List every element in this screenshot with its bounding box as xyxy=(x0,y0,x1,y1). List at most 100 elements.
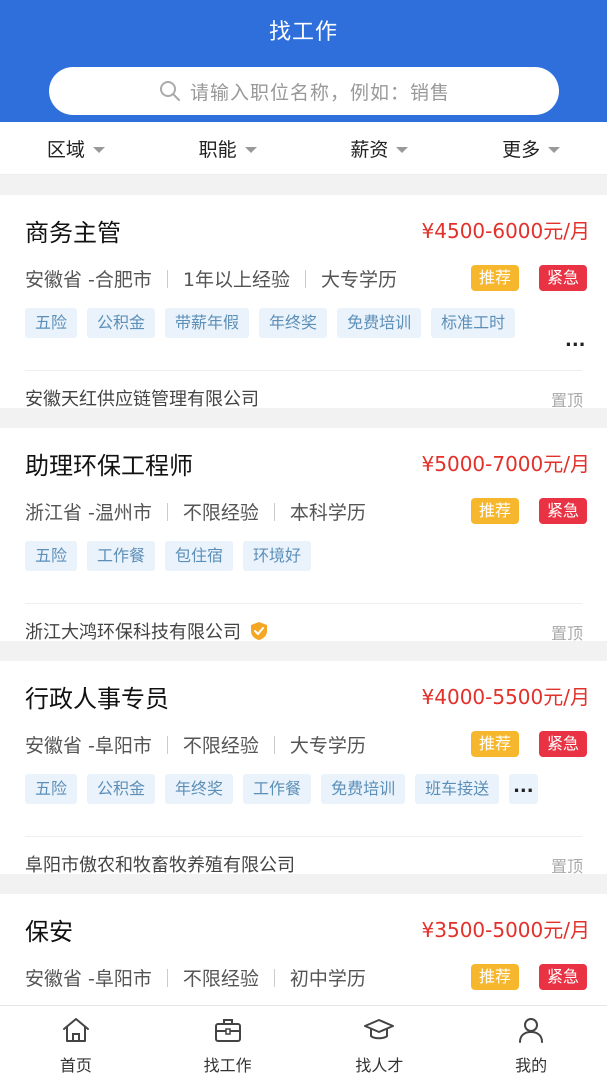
job-salary: ¥4000-5500元/月 xyxy=(421,685,590,709)
company-name[interactable]: 阜阳市傲农和牧畜牧养殖有限公司 xyxy=(25,851,295,877)
job-title: 行政人事专员 xyxy=(25,685,169,713)
recommend-badge: 推荐 xyxy=(471,498,520,524)
job-salary: ¥4500-6000元/月 xyxy=(421,219,590,243)
benefit-tags: 五险 公积金 年终奖 工作餐 免费培训 班车接送 ... xyxy=(25,774,538,804)
card-divider xyxy=(25,603,582,604)
job-location: 浙江省 -温州市 xyxy=(25,502,152,524)
urgent-badge: 紧急 xyxy=(539,964,588,990)
job-title: 商务主管 xyxy=(25,219,121,247)
pinned-label: 置顶 xyxy=(550,624,583,643)
divider xyxy=(166,269,168,288)
benefit-tag: 公积金 xyxy=(87,774,156,804)
graduation-cap-icon xyxy=(364,1019,395,1040)
urgent-badge: 紧急 xyxy=(539,265,588,291)
job-location: 安徽省 -合肥市 xyxy=(25,269,152,291)
benefit-tag: 标准工时 xyxy=(431,308,516,338)
recommend-badge: 推荐 xyxy=(471,265,520,291)
urgent-badge: 紧急 xyxy=(539,498,588,524)
tags-more-button[interactable]: ... xyxy=(565,328,586,358)
job-card[interactable]: 行政人事专员 ¥4000-5500元/月 安徽省 -阜阳市 不限经验 大专学历 … xyxy=(0,661,607,877)
filter-bar: 区域 职能 薪资 更多 xyxy=(0,122,607,175)
tab-label: 找工作 xyxy=(203,1056,252,1075)
job-education: 本科学历 xyxy=(289,502,366,524)
filter-label: 更多 xyxy=(502,138,541,161)
briefcase-icon xyxy=(214,1019,241,1042)
benefit-tag: 年终奖 xyxy=(259,308,328,338)
company-label: 阜阳市傲农和牧畜牧养殖有限公司 xyxy=(25,855,295,876)
company-name[interactable]: 浙江大鸿环保科技有限公司 xyxy=(25,618,269,644)
recommend-badge: 推荐 xyxy=(471,731,520,757)
benefit-tag: 五险 xyxy=(25,308,78,338)
benefit-tag: 带薪年假 xyxy=(165,308,250,338)
divider xyxy=(273,502,275,521)
search-input[interactable]: 请输入职位名称，例如：销售 xyxy=(49,67,559,115)
tags-more-button[interactable]: ... xyxy=(509,774,538,804)
filter-label: 薪资 xyxy=(350,138,389,161)
app-header: 找工作 请输入职位名称，例如：销售 xyxy=(0,0,607,122)
job-title: 保安 xyxy=(25,918,73,946)
benefit-tag: 工作餐 xyxy=(87,541,156,571)
divider xyxy=(166,735,168,754)
card-divider xyxy=(25,836,582,837)
chevron-down-icon xyxy=(548,146,561,153)
filter-salary[interactable]: 薪资 xyxy=(304,122,456,174)
benefit-tag: 工作餐 xyxy=(243,774,312,804)
company-name[interactable]: 安徽天红供应链管理有限公司 xyxy=(25,385,259,411)
tab-label: 我的 xyxy=(515,1056,548,1075)
pinned-label: 置顶 xyxy=(550,857,583,876)
job-experience: 不限经验 xyxy=(182,735,259,757)
benefit-tags: 五险 公积金 带薪年假 年终奖 免费培训 标准工时 xyxy=(25,308,516,338)
divider xyxy=(273,735,275,754)
chevron-down-icon xyxy=(244,146,257,153)
divider xyxy=(166,968,168,987)
tab-find-talent[interactable]: 找人才 xyxy=(304,1006,456,1080)
job-education: 大专学历 xyxy=(321,269,398,291)
job-meta: 安徽省 -合肥市 1年以上经验 大专学历 xyxy=(25,265,397,292)
job-list: 商务主管 ¥4500-6000元/月 安徽省 -合肥市 1年以上经验 大专学历 … xyxy=(0,175,607,1005)
benefit-tag: 免费培训 xyxy=(321,774,406,804)
job-meta: 浙江省 -温州市 不限经验 本科学历 xyxy=(25,498,366,525)
card-divider xyxy=(25,370,582,371)
benefit-tag: 免费培训 xyxy=(337,308,422,338)
job-experience: 不限经验 xyxy=(182,968,259,990)
job-location: 安徽省 -阜阳市 xyxy=(25,968,152,990)
chevron-down-icon xyxy=(92,146,105,153)
filter-region[interactable]: 区域 xyxy=(0,122,152,174)
job-education: 初中学历 xyxy=(289,968,366,990)
job-meta: 安徽省 -阜阳市 不限经验 大专学历 xyxy=(25,731,366,758)
tab-find-job[interactable]: 找工作 xyxy=(152,1006,304,1080)
job-card[interactable]: 助理环保工程师 ¥5000-7000元/月 浙江省 -温州市 不限经验 本科学历… xyxy=(0,428,607,644)
job-card[interactable]: 保安 ¥3500-5000元/月 安徽省 -阜阳市 不限经验 初中学历 推荐 紧… xyxy=(0,894,607,1005)
filter-more[interactable]: 更多 xyxy=(455,122,607,174)
job-experience: 1年以上经验 xyxy=(182,269,290,291)
tab-label: 首页 xyxy=(59,1056,92,1075)
job-education: 大专学历 xyxy=(289,735,366,757)
pinned-label: 置顶 xyxy=(550,391,583,410)
benefit-tag: 包住宿 xyxy=(165,541,234,571)
filter-label: 职能 xyxy=(198,138,237,161)
job-location: 安徽省 -阜阳市 xyxy=(25,735,152,757)
filter-function[interactable]: 职能 xyxy=(152,122,304,174)
search-icon xyxy=(159,81,180,101)
job-title: 助理环保工程师 xyxy=(25,452,193,480)
benefit-tag: 公积金 xyxy=(87,308,156,338)
recommend-badge: 推荐 xyxy=(471,964,520,990)
job-salary: ¥5000-7000元/月 xyxy=(421,452,590,476)
job-card[interactable]: 商务主管 ¥4500-6000元/月 安徽省 -合肥市 1年以上经验 大专学历 … xyxy=(0,195,607,411)
tab-label: 找人才 xyxy=(355,1056,404,1075)
divider xyxy=(305,269,306,288)
urgent-badge: 紧急 xyxy=(539,731,588,757)
search-placeholder: 请输入职位名称，例如：销售 xyxy=(189,81,450,104)
tab-home[interactable]: 首页 xyxy=(0,1006,152,1080)
company-label: 浙江大鸿环保科技有限公司 xyxy=(25,622,241,643)
benefit-tags: 五险 工作餐 包住宿 环境好 xyxy=(25,541,321,571)
divider xyxy=(273,968,275,987)
tab-mine[interactable]: 我的 xyxy=(455,1006,607,1080)
benefit-tag: 五险 xyxy=(25,774,78,804)
benefit-tag: 五险 xyxy=(25,541,78,571)
bottom-tab-bar: 首页 找工作 找人才 我的 xyxy=(0,1005,607,1080)
benefit-tag: 环境好 xyxy=(243,541,312,571)
divider xyxy=(166,502,168,521)
verified-shield-icon xyxy=(251,622,267,640)
job-experience: 不限经验 xyxy=(182,502,259,524)
